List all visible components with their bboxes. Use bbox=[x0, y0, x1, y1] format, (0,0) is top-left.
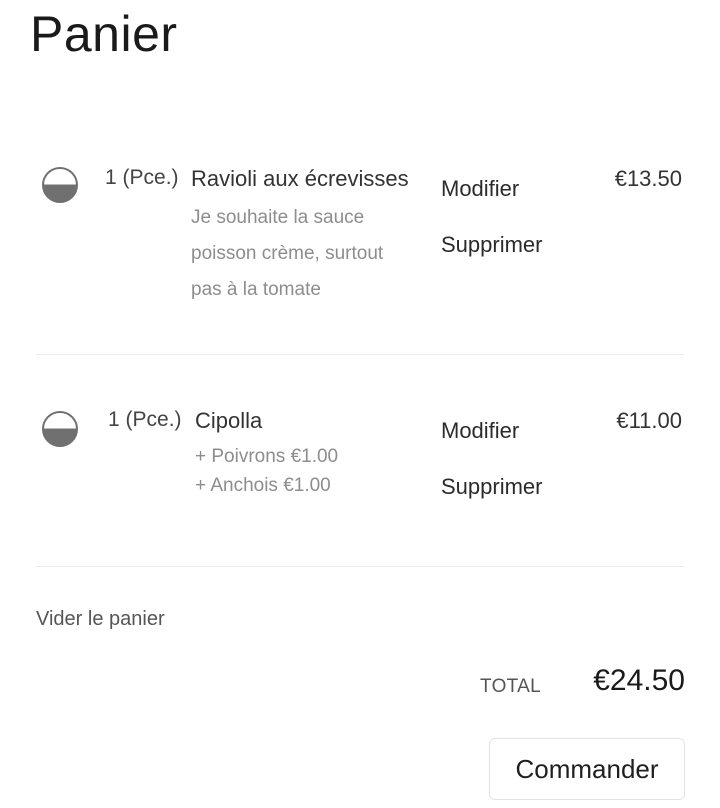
delete-button[interactable]: Supprimer bbox=[441, 232, 542, 258]
item-price: €13.50 bbox=[614, 166, 682, 191]
cart-item: 1 (Pce.) Cipolla + Poivrons €1.00 + Anch… bbox=[36, 402, 684, 566]
order-button[interactable]: Commander bbox=[489, 738, 685, 800]
item-option: + Poivrons €1.00 bbox=[195, 446, 339, 467]
half-circle-icon bbox=[42, 411, 78, 447]
item-note: Je souhaite la sauce poisson crème, surt… bbox=[191, 207, 384, 300]
item-quantity: 1 (Pce.) bbox=[108, 408, 182, 431]
half-circle-icon bbox=[42, 167, 78, 203]
modify-button[interactable]: Modifier bbox=[441, 176, 519, 202]
item-name: Cipolla bbox=[195, 408, 263, 433]
item-name: Ravioli aux écrevisses bbox=[191, 166, 409, 191]
modify-button[interactable]: Modifier bbox=[441, 418, 519, 444]
divider bbox=[36, 566, 684, 567]
item-options: + Poivrons €1.00 + Anchois €1.00 bbox=[195, 442, 338, 500]
cart-item: 1 (Pce.) Ravioli aux écrevisses Je souha… bbox=[36, 160, 684, 354]
divider bbox=[36, 354, 684, 355]
item-price: €11.00 bbox=[616, 408, 682, 433]
total-amount: €24.50 bbox=[593, 664, 685, 697]
page-title: Panier bbox=[30, 6, 178, 62]
item-option: + Anchois €1.00 bbox=[195, 475, 331, 496]
delete-button[interactable]: Supprimer bbox=[441, 474, 542, 500]
item-quantity: 1 (Pce.) bbox=[105, 166, 179, 189]
total-label: TOTAL bbox=[480, 676, 541, 697]
empty-cart-link[interactable]: Vider le panier bbox=[36, 608, 165, 631]
